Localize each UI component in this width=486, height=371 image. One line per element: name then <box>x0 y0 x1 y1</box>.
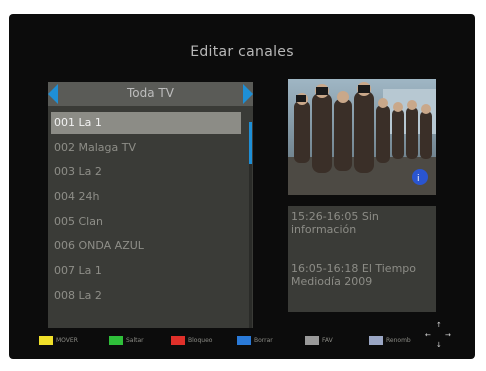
legend-label: FAV <box>322 336 333 344</box>
channel-row[interactable]: 005 Clan <box>51 211 241 233</box>
legend-key-move[interactable]: MOVER <box>39 334 78 346</box>
yellow-key-icon <box>39 335 53 345</box>
legend-key-skip[interactable]: Saltar <box>109 334 144 346</box>
green-key-icon <box>109 335 123 345</box>
blue-key-icon <box>237 335 251 345</box>
channel-row[interactable]: 003 La 2 <box>51 161 241 183</box>
legend-label: MOVER <box>56 336 78 344</box>
channel-row[interactable]: 007 La 1 <box>51 260 241 282</box>
legend-label: Saltar <box>126 336 144 344</box>
channel-list: 001 La 1 002 Malaga TV 003 La 2 004 24h … <box>51 112 241 310</box>
epg-event: 16:05-16:18 El Tiempo Mediodía 2009 <box>291 262 417 288</box>
fav-key-icon <box>305 335 319 345</box>
group-selector[interactable]: Toda TV <box>48 82 253 106</box>
channel-row[interactable]: 008 La 2 <box>51 285 241 307</box>
video-preview: i <box>288 79 436 195</box>
legend-label: Renomb <box>386 336 411 344</box>
legend-key-lock[interactable]: Bloqueo <box>171 334 212 346</box>
legend-key-rename[interactable]: Renomb <box>369 334 411 346</box>
dpad-arrows-icon: ↑ ← → ↓ <box>425 321 451 349</box>
legend-key-fav[interactable]: FAV <box>305 334 333 346</box>
channel-row[interactable]: 002 Malaga TV <box>51 137 241 159</box>
preview-image: i <box>288 79 436 195</box>
epg-event: 15:26-16:05 Sin información <box>291 210 379 236</box>
scrollbar-thumb[interactable] <box>249 122 252 164</box>
tv-screen: Editar canales Toda TV 001 La 1 002 Mala… <box>9 14 475 359</box>
button-legend: MOVER Saltar Bloqueo Borrar FAV Renomb <box>39 334 449 348</box>
channel-row[interactable]: 006 ONDA AZUL <box>51 235 241 257</box>
info-key-icon <box>369 335 383 345</box>
legend-label: Bloqueo <box>188 336 213 344</box>
group-label: Toda TV <box>127 86 174 100</box>
legend-key-delete[interactable]: Borrar <box>237 334 273 346</box>
red-key-icon <box>171 335 185 345</box>
epg-info-panel: 15:26-16:05 Sin información 16:05-16:18 … <box>288 206 436 312</box>
svg-text:i: i <box>417 174 420 184</box>
channel-row[interactable]: 004 24h <box>51 186 241 208</box>
page-title: Editar canales <box>190 44 294 60</box>
legend-label: Borrar <box>254 336 273 344</box>
channel-list-scrollbar[interactable] <box>249 122 252 328</box>
channel-row-selected[interactable]: 001 La 1 <box>51 112 241 134</box>
channel-list-panel: Toda TV 001 La 1 002 Malaga TV 003 La 2 … <box>48 82 253 328</box>
